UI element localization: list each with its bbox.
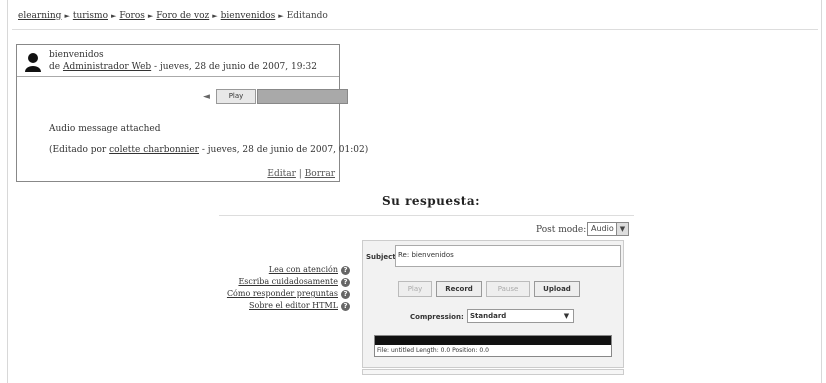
audio-progress-bar[interactable] (257, 89, 348, 104)
recorder-play-button[interactable]: Play (398, 281, 432, 297)
breadcrumb-separator: ► (64, 12, 70, 20)
subject-input[interactable]: Re: bienvenidos (395, 245, 621, 267)
breadcrumb-separator: ► (111, 12, 117, 20)
subject-label: Subject: (366, 253, 399, 261)
help-row: Cómo responder preguntas? (227, 288, 350, 300)
breadcrumb-separator: ► (278, 12, 284, 20)
waveform-display: File: untitled Length: 0.0 Position: 0.0 (374, 335, 612, 357)
delete-link[interactable]: Borrar (305, 169, 335, 179)
edited-date: - jueves, 28 de junio de 2007, 01:02) (201, 145, 369, 155)
post-date: - jueves, 28 de junio de 2007, 19:32 (154, 62, 317, 72)
post-subject: bienvenidos (49, 50, 104, 60)
audio-recorder-panel: Subject: Re: bienvenidos Play Record Pau… (362, 240, 624, 375)
compression-select[interactable]: Standard ▼ (467, 309, 574, 323)
recorder-controls: Play Record Pause Upload (398, 281, 580, 297)
audio-message-text: Audio message attached (49, 124, 161, 134)
pause-button[interactable]: Pause (486, 281, 530, 297)
reply-title: Su respuesta: (382, 194, 481, 208)
breadcrumb-current: Editando (286, 11, 328, 21)
post-author-link[interactable]: Administrador Web (63, 62, 151, 72)
breadcrumb: elearning ► turismo ► Foros ► Foro de voz ► bien… (18, 11, 328, 21)
post-mode-label: Post mode: (536, 225, 587, 235)
edit-link[interactable]: Editar (267, 169, 296, 179)
waveform-bar (375, 336, 611, 345)
help-icon[interactable]: ? (341, 301, 350, 311)
audio-player: ◄ Play (203, 89, 348, 104)
edited-by-link[interactable]: colette charbonnier (109, 145, 199, 155)
help-icon[interactable]: ? (341, 289, 350, 299)
post-actions: Editar | Borrar (267, 169, 335, 179)
post-mode-value: Audio (591, 224, 614, 233)
dropdown-arrow-icon: ▼ (616, 223, 628, 235)
post-header: bienvenidos de Administrador Web - jueve… (17, 45, 339, 77)
compression-value: Standard (470, 312, 507, 320)
help-icon[interactable]: ? (341, 277, 350, 287)
recorder-footer (362, 369, 624, 375)
help-row: Escriba cuidadosamente? (227, 276, 350, 288)
dropdown-arrow-icon: ▼ (563, 312, 570, 320)
edited-note: (Editado por colette charbonnier - jueve… (49, 145, 368, 155)
edited-prefix: (Editado por (49, 145, 107, 155)
forum-post: bienvenidos de Administrador Web - jueve… (16, 44, 368, 182)
help-row: Lea con atención? (227, 264, 350, 276)
post-byline: de Administrador Web - jueves, 28 de jun… (49, 62, 317, 72)
help-row: Sobre el editor HTML? (227, 300, 350, 312)
reply-divider (219, 215, 634, 216)
breadcrumb-foros[interactable]: Foros (119, 11, 145, 21)
breadcrumb-elearning[interactable]: elearning (18, 11, 61, 21)
header-divider (12, 29, 818, 30)
breadcrumb-turismo[interactable]: turismo (73, 11, 108, 21)
help-links: Lea con atención? Escriba cuidadosamente… (227, 264, 350, 312)
breadcrumb-foro-de-voz[interactable]: Foro de voz (156, 11, 209, 21)
help-link-escriba[interactable]: Escriba cuidadosamente (238, 276, 338, 288)
breadcrumb-separator: ► (212, 12, 218, 20)
help-icon[interactable]: ? (341, 265, 350, 275)
byline-prefix: de (49, 62, 61, 72)
record-button[interactable]: Record (436, 281, 482, 297)
breadcrumb-bienvenidos[interactable]: bienvenidos (221, 11, 276, 21)
compression-label: Compression: (410, 313, 464, 321)
breadcrumb-separator: ► (147, 12, 154, 20)
upload-button[interactable]: Upload (534, 281, 580, 297)
action-separator: | (298, 169, 302, 179)
user-silhouette-icon (25, 53, 41, 72)
file-info: File: untitled Length: 0.0 Position: 0.0 (377, 347, 489, 354)
post-mode-select[interactable]: Audio ▼ (587, 222, 629, 236)
help-link-lea[interactable]: Lea con atención (269, 264, 338, 276)
speaker-icon: ◄ (203, 92, 210, 102)
play-button[interactable]: Play (216, 89, 256, 104)
help-link-editor[interactable]: Sobre el editor HTML (249, 300, 338, 312)
help-link-responder[interactable]: Cómo responder preguntas (227, 288, 338, 300)
